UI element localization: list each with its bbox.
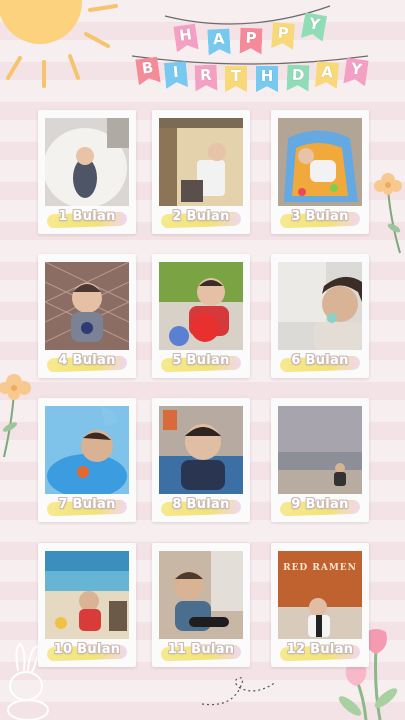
month-label-wrap: 6 Bulan: [277, 351, 363, 373]
month-label: 1 Bulan: [58, 209, 116, 224]
flower-right-icon: [374, 173, 402, 254]
baby-photo-7: [45, 406, 129, 494]
happy-birthday-banner: HAPPY BIRTHDAY: [0, 0, 405, 100]
polaroid-card-5: 5 Bulan: [152, 254, 250, 378]
baby-photo-3: [278, 118, 362, 206]
month-label: 6 Bulan: [291, 353, 349, 368]
baby-photo-5: [159, 262, 243, 350]
month-label: 10 Bulan: [53, 642, 121, 657]
dotted-path-doodle-icon: [201, 677, 277, 706]
polaroid-card-7: 7 Bulan: [38, 398, 136, 522]
month-label: 8 Bulan: [172, 497, 230, 512]
polaroid-card-12: RED RAMEN 12 Bulan: [271, 543, 369, 667]
polaroid-card-10: 10 Bulan: [38, 543, 136, 667]
polaroid-card-1: 1 Bulan: [38, 110, 136, 234]
month-label-wrap: 10 Bulan: [44, 640, 130, 662]
polaroid-card-3: 3 Bulan: [271, 110, 369, 234]
month-label: 7 Bulan: [58, 497, 116, 512]
baby-photo-6: [278, 262, 362, 350]
polaroid-card-6: 6 Bulan: [271, 254, 369, 378]
month-label: 2 Bulan: [172, 209, 230, 224]
month-label: 4 Bulan: [58, 353, 116, 368]
month-label-wrap: 2 Bulan: [158, 207, 244, 229]
polaroid-card-11: 11 Bulan: [152, 543, 250, 667]
month-label-wrap: 3 Bulan: [277, 207, 363, 229]
baby-photo-8: [159, 406, 243, 494]
month-label-wrap: 12 Bulan: [277, 640, 363, 662]
polaroid-card-4: 4 Bulan: [38, 254, 136, 378]
month-label: 12 Bulan: [286, 642, 354, 657]
month-label-wrap: 8 Bulan: [158, 495, 244, 517]
month-label: 9 Bulan: [291, 497, 349, 512]
flower-left-icon: [0, 374, 31, 458]
month-label-wrap: 7 Bulan: [44, 495, 130, 517]
month-label-wrap: 9 Bulan: [277, 495, 363, 517]
month-label: 5 Bulan: [172, 353, 230, 368]
baby-photo-12: RED RAMEN: [278, 551, 362, 639]
month-label-wrap: 4 Bulan: [44, 351, 130, 373]
baby-photo-4: [45, 262, 129, 350]
baby-photo-9: [278, 406, 362, 494]
month-label-wrap: 5 Bulan: [158, 351, 244, 373]
baby-photo-11: [159, 551, 243, 639]
polaroid-card-2: 2 Bulan: [152, 110, 250, 234]
polaroid-card-9: 9 Bulan: [271, 398, 369, 522]
month-label-wrap: 11 Bulan: [158, 640, 244, 662]
baby-photo-10: [45, 551, 129, 639]
month-label: 11 Bulan: [167, 642, 235, 657]
month-label: 3 Bulan: [291, 209, 349, 224]
movie-poster-text: RED RAMEN: [283, 563, 357, 573]
month-label-wrap: 1 Bulan: [44, 207, 130, 229]
baby-photo-2: [159, 118, 243, 206]
baby-photo-1: [45, 118, 129, 206]
polaroid-card-8: 8 Bulan: [152, 398, 250, 522]
